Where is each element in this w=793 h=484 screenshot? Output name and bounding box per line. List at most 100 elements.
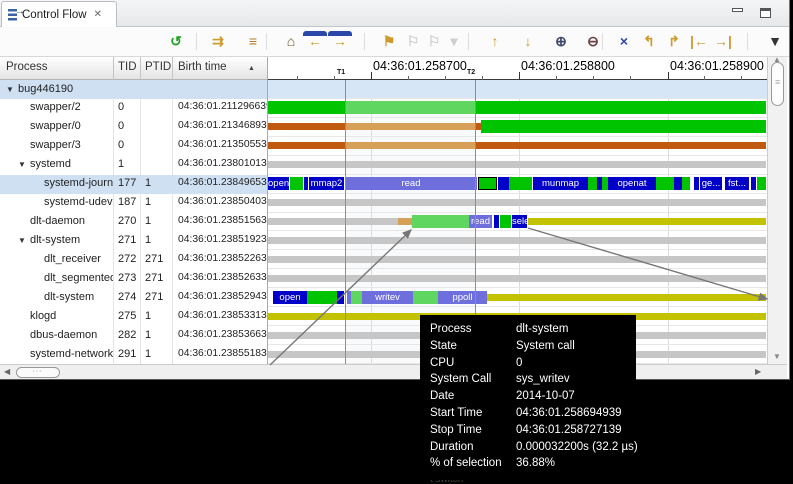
column-header-process[interactable]: Process — [6, 61, 48, 73]
state-bar[interactable] — [412, 215, 469, 228]
state-bar[interactable] — [268, 199, 766, 206]
table-row[interactable]: ▼systemd104:36:01.238010139 — [0, 156, 267, 175]
state-bar[interactable] — [487, 294, 766, 301]
table-row[interactable]: swapper/3004:36:01.213505539 — [0, 137, 267, 156]
go-to-end-icon[interactable]: →| — [711, 31, 735, 52]
state-bar[interactable] — [268, 256, 766, 263]
time-graph-row[interactable] — [268, 250, 767, 269]
state-bar[interactable] — [413, 291, 438, 304]
move-up-icon[interactable]: ↑ — [483, 31, 507, 52]
state-bar[interactable] — [268, 123, 345, 130]
scroll-down-icon[interactable]: ▼ — [773, 352, 781, 361]
time-graph-row[interactable]: read select — [268, 213, 767, 232]
table-row[interactable]: swapper/2004:36:01.211296639 — [0, 99, 267, 118]
state-bar[interactable]: read — [345, 177, 477, 190]
tab-control-flow[interactable]: Control Flow ✕ — [1, 1, 117, 27]
time-graph-row[interactable] — [268, 137, 767, 156]
state-bar[interactable] — [509, 177, 532, 190]
vertical-scrollbar[interactable]: ▲ ▼ — [767, 57, 787, 364]
maximize-view-button[interactable] — [760, 8, 771, 18]
marker-menu-icon[interactable]: ▾ — [442, 31, 466, 52]
table-row[interactable]: systemd-udevd187104:36:01.238504039 — [0, 194, 267, 213]
table-row[interactable]: dlt-system27427104:36:01.238529439 — [0, 288, 267, 307]
zoom-in-icon[interactable]: ⊕ — [549, 31, 573, 52]
state-bar[interactable] — [694, 177, 699, 190]
state-bar[interactable]: writev — [362, 291, 413, 304]
add-bookmark-icon[interactable]: ⚑ — [377, 31, 401, 52]
hide-arrows-icon[interactable]: × — [612, 31, 636, 52]
state-bar[interactable]: fst... — [725, 177, 749, 190]
table-row[interactable]: dlt_receiver27227104:36:01.238522639 — [0, 250, 267, 269]
follow-cpu-backward-icon[interactable]: ↰ — [637, 31, 661, 52]
state-bar[interactable] — [268, 275, 766, 282]
selection-start-marker[interactable] — [345, 80, 346, 364]
state-bar[interactable] — [656, 177, 674, 190]
expand-collapse-icon[interactable]: ▼ — [18, 236, 26, 245]
state-bar[interactable] — [494, 215, 499, 228]
table-row[interactable]: swapper/0004:36:01.213468939 — [0, 118, 267, 137]
table-row[interactable]: systemd-network291104:36:01.238551839 — [0, 345, 267, 364]
expand-collapse-icon[interactable]: ▼ — [18, 160, 26, 169]
state-bar[interactable] — [337, 291, 344, 304]
time-graph-row[interactable] — [268, 99, 767, 118]
time-graph-row[interactable] — [268, 269, 767, 288]
minimize-view-button[interactable] — [732, 8, 743, 12]
state-bar[interactable] — [268, 142, 345, 149]
move-down-icon[interactable]: ↓ — [516, 31, 540, 52]
horizontal-scrollbar-thumb[interactable] — [16, 367, 60, 378]
state-bar[interactable] — [498, 177, 509, 190]
state-bar[interactable]: ge... — [700, 177, 722, 190]
home-icon[interactable]: ⌂ — [279, 31, 303, 52]
state-bar[interactable] — [481, 120, 766, 133]
follow-cpu-forward-icon[interactable]: ↱ — [662, 31, 686, 52]
state-bar[interactable] — [682, 177, 690, 190]
state-bar[interactable]: read — [469, 215, 492, 228]
state-bar[interactable]: open — [273, 291, 307, 304]
state-bar[interactable] — [351, 291, 362, 304]
state-bar[interactable] — [268, 161, 766, 168]
state-bar[interactable] — [268, 101, 345, 114]
table-row[interactable]: dbus-daemon282104:36:01.238536639 — [0, 326, 267, 345]
state-bar[interactable]: select — [512, 215, 527, 228]
state-bar[interactable] — [290, 177, 303, 190]
state-bar[interactable] — [475, 142, 766, 149]
state-bar[interactable]: mmap2 — [309, 177, 344, 190]
table-row[interactable]: systemd-journal177104:36:01.238496539 — [0, 175, 267, 194]
state-bar[interactable]: open — [268, 177, 289, 190]
view-menu-icon[interactable]: ▼ — [763, 31, 787, 52]
horizontal-scrollbar[interactable]: ◀ ▶ — [0, 364, 787, 379]
state-bar[interactable]: munmap — [533, 177, 588, 190]
scroll-left-icon[interactable]: ◀ — [4, 367, 10, 376]
state-bar[interactable]: ppoll — [438, 291, 487, 304]
state-bar[interactable] — [674, 177, 682, 190]
table-row[interactable]: klogd275104:36:01.238533139 — [0, 307, 267, 326]
next-event-icon[interactable]: → — [328, 31, 352, 52]
previous-event-icon[interactable]: ← — [303, 31, 327, 52]
state-bar[interactable] — [528, 218, 766, 225]
state-bar[interactable] — [345, 142, 475, 149]
expand-collapse-icon[interactable]: ▼ — [6, 85, 14, 94]
time-axis[interactable]: 04:36:01.25870004:36:01.25880004:36:01.2… — [268, 57, 767, 80]
state-bar[interactable] — [475, 101, 766, 114]
table-row[interactable]: dlt-daemon270104:36:01.238515639 — [0, 213, 267, 232]
column-header-ptid[interactable]: PTID — [145, 61, 171, 73]
state-bar[interactable] — [757, 177, 766, 190]
column-header-tid[interactable]: TID — [118, 61, 137, 73]
state-bar[interactable] — [268, 237, 766, 244]
time-graph-row[interactable]: openmmap2readmunmapopenatge...fst... — [268, 175, 767, 194]
state-bar[interactable] — [398, 218, 412, 225]
time-graph-row[interactable]: open writev ppoll — [268, 288, 767, 307]
table-row[interactable]: ▼dlt-system271104:36:01.238519239 — [0, 231, 267, 250]
column-header-birth-time[interactable]: Birth time — [178, 61, 227, 73]
time-graph-row[interactable] — [268, 118, 767, 137]
time-graph-row[interactable] — [268, 194, 767, 213]
table-row[interactable]: dlt_segmented27327104:36:01.238526339 — [0, 269, 267, 288]
state-bar[interactable] — [345, 101, 475, 114]
time-graph-row[interactable] — [268, 231, 767, 250]
state-bar[interactable] — [500, 215, 511, 228]
table-row[interactable]: ▼bug446190 — [0, 80, 267, 99]
go-to-start-icon[interactable]: |← — [687, 31, 711, 52]
selected-state[interactable] — [478, 177, 497, 190]
time-graph-row[interactable] — [268, 156, 767, 175]
state-bar[interactable] — [307, 291, 337, 304]
